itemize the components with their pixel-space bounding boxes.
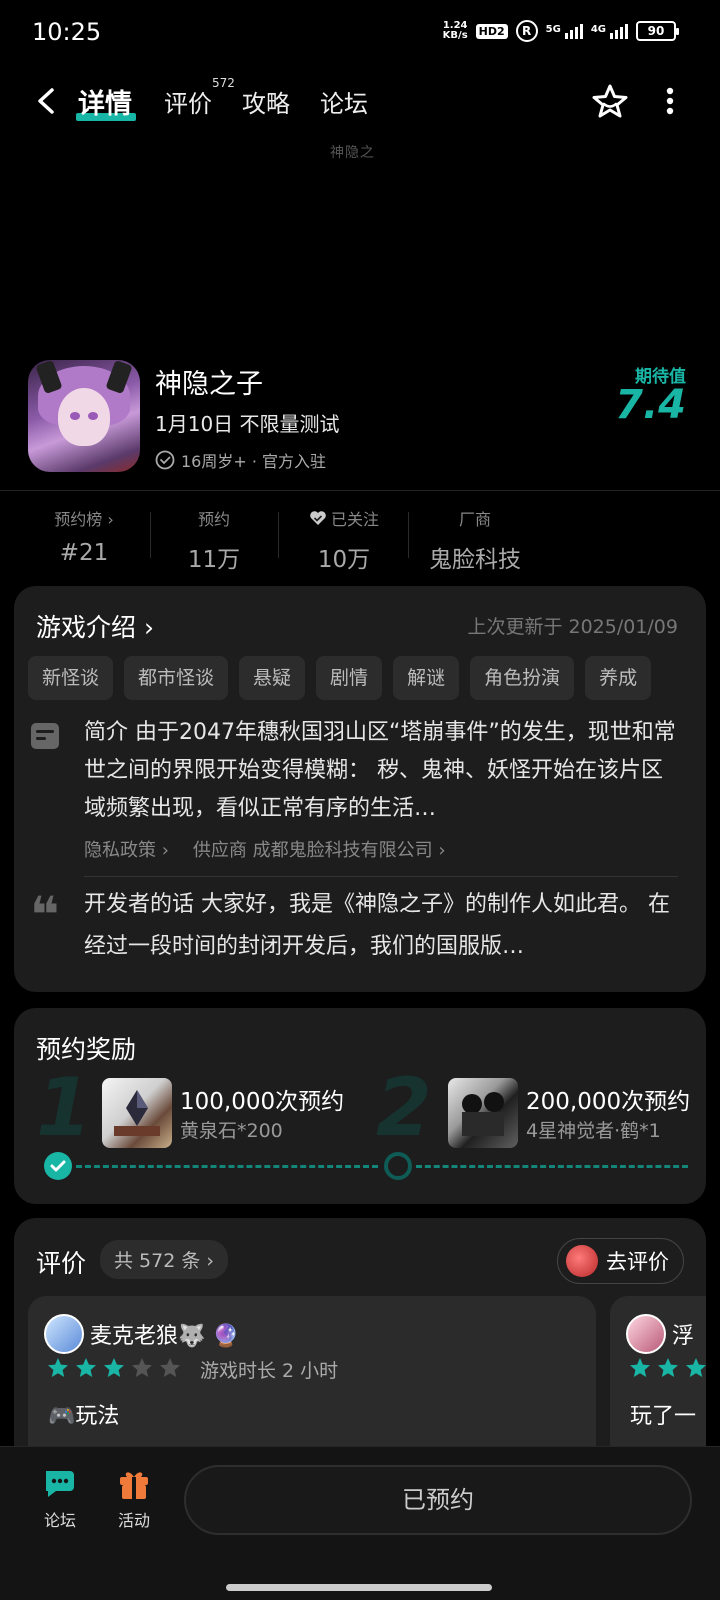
quote-icon: ❝ <box>30 886 60 944</box>
reviews-count-button[interactable]: 共 572 条 › <box>100 1240 228 1279</box>
favorite-star-icon[interactable] <box>590 82 630 122</box>
tag[interactable]: 新怪谈 <box>28 656 114 700</box>
signal-4g-icon: 4G <box>591 23 628 39</box>
back-icon[interactable] <box>32 86 62 116</box>
divider <box>84 876 678 877</box>
top-navigation: 详情 评价 572 攻略 论坛 <box>0 72 720 132</box>
user-avatar <box>566 1245 598 1277</box>
tag-list: 新怪谈 都市怪谈 悬疑 剧情 解谜 角色扮演 养成 <box>28 656 652 700</box>
divider <box>150 512 151 558</box>
stats-row: 预约榜 › #21 预约 11万 已关注 10万 厂商 鬼脸科技 <box>0 506 720 573</box>
verified-check-icon <box>155 450 175 470</box>
signal-5g-icon: 5G <box>546 23 583 39</box>
stat-developer[interactable]: 厂商 鬼脸科技 <box>420 506 530 574</box>
reward-tier-number: 2 <box>376 1061 432 1154</box>
divider <box>408 512 409 558</box>
game-app-icon <box>28 360 140 472</box>
banner-logo: 神隐之 <box>330 145 375 161</box>
tab-guides[interactable]: 攻略 <box>242 84 290 119</box>
review-count-badge: 572 <box>212 76 235 90</box>
tag[interactable]: 解谜 <box>393 656 460 700</box>
heart-check-icon <box>310 511 326 525</box>
divider <box>0 490 720 491</box>
reward-item: 黄泉石*200 <box>180 1120 283 1142</box>
forum-button[interactable]: 论坛 <box>30 1467 90 1531</box>
activity-button[interactable]: 活动 <box>104 1467 164 1531</box>
star-empty-icon <box>132 1358 152 1377</box>
rating-stars <box>628 1356 706 1380</box>
registered-icon: R <box>515 20 538 42</box>
reward-progress-line <box>416 1165 688 1168</box>
tag[interactable]: 剧情 <box>316 656 383 700</box>
star-filled-icon <box>48 1358 68 1377</box>
reviewer-name: 麦克老狼🐺 🔮 <box>90 1324 240 1349</box>
reserved-button[interactable]: 已预约 <box>184 1465 692 1535</box>
star-filled-icon <box>630 1358 650 1377</box>
tab-forum[interactable]: 论坛 <box>320 84 368 119</box>
developer-note[interactable]: 开发者的话 大家好，我是《神隐之子》的制作人如此君。 在经过一段时间的封闭开发后… <box>84 884 684 968</box>
bottom-action-bar: 论坛 活动 已预约 <box>0 1446 720 1600</box>
status-indicators: 1.24 KB/s HD2 R 5G 4G 90 <box>442 20 679 42</box>
star-filled-icon <box>686 1358 706 1377</box>
description-icon <box>31 723 59 749</box>
tab-reviews[interactable]: 评价 <box>164 84 212 119</box>
forum-icon <box>46 1471 74 1497</box>
reward-image[interactable] <box>448 1078 518 1148</box>
star-filled-icon <box>658 1358 678 1377</box>
reward-image[interactable] <box>102 1078 172 1148</box>
tag[interactable]: 角色扮演 <box>470 656 575 700</box>
last-updated: 上次更新于 2025/01/09 <box>467 616 678 638</box>
reviews-title: 评价 <box>36 1249 87 1278</box>
milestone-pending-icon <box>384 1152 412 1180</box>
tag[interactable]: 养成 <box>585 656 652 700</box>
game-test-info: 1月10日 不限量测试 <box>155 412 340 436</box>
stat-followers[interactable]: 已关注 10万 <box>296 506 392 574</box>
reward-tier-number: 1 <box>36 1061 92 1154</box>
reservation-rewards-card: 预约奖励 1 100,000次预约 黄泉石*200 2 200,000次预约 4… <box>14 1008 706 1204</box>
tag[interactable]: 都市怪谈 <box>124 656 229 700</box>
divider <box>278 512 279 558</box>
review-text: 玩了一 <box>630 1404 697 1429</box>
tab-details[interactable]: 详情 <box>78 82 132 121</box>
star-empty-icon <box>160 1358 180 1377</box>
privacy-policy-link[interactable]: 隐私政策 › <box>84 836 169 862</box>
more-icon[interactable] <box>660 84 680 118</box>
star-filled-icon <box>76 1358 96 1377</box>
avatar <box>626 1314 666 1354</box>
game-intro-card: 游戏介绍 › 上次更新于 2025/01/09 新怪谈 都市怪谈 悬疑 剧情 解… <box>14 586 706 992</box>
reviewer-name: 浮 <box>672 1324 695 1349</box>
status-time: 10:25 <box>32 18 102 46</box>
intro-title[interactable]: 游戏介绍 › <box>36 608 154 644</box>
stat-rank[interactable]: 预约榜 › #21 <box>44 506 124 566</box>
review-category: 🎮玩法 <box>48 1404 120 1429</box>
expectation-score: 7.4 <box>615 382 686 428</box>
reward-item: 4星神觉者·鹤*1 <box>526 1120 661 1142</box>
milestone-reached-icon <box>44 1152 72 1180</box>
write-review-button[interactable]: 去评价 <box>557 1238 684 1284</box>
tag[interactable]: 悬疑 <box>239 656 306 700</box>
playtime: 游戏时长 2 小时 <box>200 1360 339 1382</box>
star-filled-icon <box>104 1358 124 1377</box>
hd-icon: HD2 <box>475 23 508 39</box>
avatar <box>44 1314 84 1354</box>
supplier-link[interactable]: 供应商 成都鬼脸科技有限公司 › <box>193 836 446 862</box>
intro-links: 隐私政策 › 供应商 成都鬼脸科技有限公司 › <box>84 836 446 862</box>
rating-stars <box>46 1356 182 1380</box>
battery-icon: 90 <box>636 21 679 41</box>
network-speed: 1.24 KB/s <box>442 20 468 41</box>
status-bar: 10:25 1.24 KB/s HD2 R 5G 4G 90 <box>0 0 720 66</box>
game-title: 神隐之子 <box>155 369 263 400</box>
gift-icon <box>120 1472 148 1499</box>
reward-milestone: 100,000次预约 <box>180 1089 345 1115</box>
stat-reservations: 预约 11万 <box>187 510 241 573</box>
home-indicator[interactable] <box>226 1584 492 1591</box>
reward-milestone: 200,000次预约 <box>526 1089 691 1115</box>
game-description[interactable]: 简介 由于2047年穗秋国羽山区“塔崩事件”的发生，现世和常世之间的界限开始变得… <box>84 714 684 828</box>
reward-progress-line <box>76 1165 378 1168</box>
game-meta: 16周岁+ · 官方入驻 <box>155 448 326 472</box>
